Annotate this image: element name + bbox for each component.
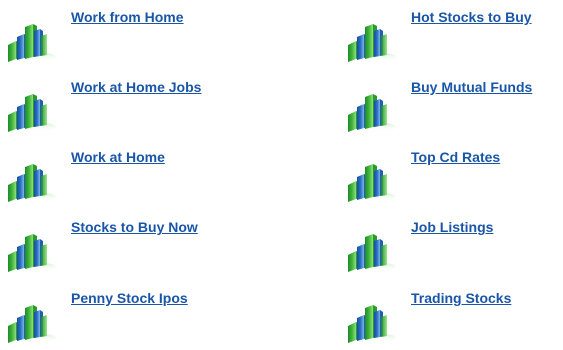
link-item[interactable]: Penny Stock Ipos: [0, 290, 270, 350]
link-work-at-home-jobs[interactable]: Work at Home Jobs: [71, 79, 201, 95]
link-item[interactable]: Hot Stocks to Buy: [340, 9, 563, 69]
link-item[interactable]: Buy Mutual Funds: [340, 79, 563, 139]
bar-chart-icon: [344, 300, 396, 344]
bar-chart-icon: [344, 19, 396, 63]
bar-chart-icon: [4, 300, 56, 344]
bar-chart-icon: [4, 89, 56, 133]
link-item[interactable]: Work at Home Jobs: [0, 79, 270, 139]
bar-chart-icon: [344, 229, 396, 273]
bar-chart-icon: [4, 159, 56, 203]
link-item[interactable]: Work at Home: [0, 149, 270, 209]
link-item[interactable]: Job Listings: [340, 219, 563, 279]
link-item[interactable]: Work from Home: [0, 9, 270, 69]
bar-chart-icon: [344, 89, 396, 133]
link-item[interactable]: Top Cd Rates: [340, 149, 563, 209]
bar-chart-icon: [344, 159, 396, 203]
link-top-cd-rates[interactable]: Top Cd Rates: [411, 149, 500, 165]
link-hot-stocks-to-buy[interactable]: Hot Stocks to Buy: [411, 9, 532, 25]
link-work-at-home[interactable]: Work at Home: [71, 149, 165, 165]
link-trading-stocks[interactable]: Trading Stocks: [411, 290, 511, 306]
link-penny-stock-ipos[interactable]: Penny Stock Ipos: [71, 290, 188, 306]
link-item[interactable]: Trading Stocks: [340, 290, 563, 350]
link-work-from-home[interactable]: Work from Home: [71, 9, 184, 25]
link-job-listings[interactable]: Job Listings: [411, 219, 493, 235]
bar-chart-icon: [4, 229, 56, 273]
link-stocks-to-buy-now[interactable]: Stocks to Buy Now: [71, 219, 198, 235]
link-buy-mutual-funds[interactable]: Buy Mutual Funds: [411, 79, 532, 95]
link-item[interactable]: Stocks to Buy Now: [0, 219, 270, 279]
link-grid: Work from Home Work at Home Jobs Work at…: [0, 0, 563, 343]
bar-chart-icon: [4, 19, 56, 63]
